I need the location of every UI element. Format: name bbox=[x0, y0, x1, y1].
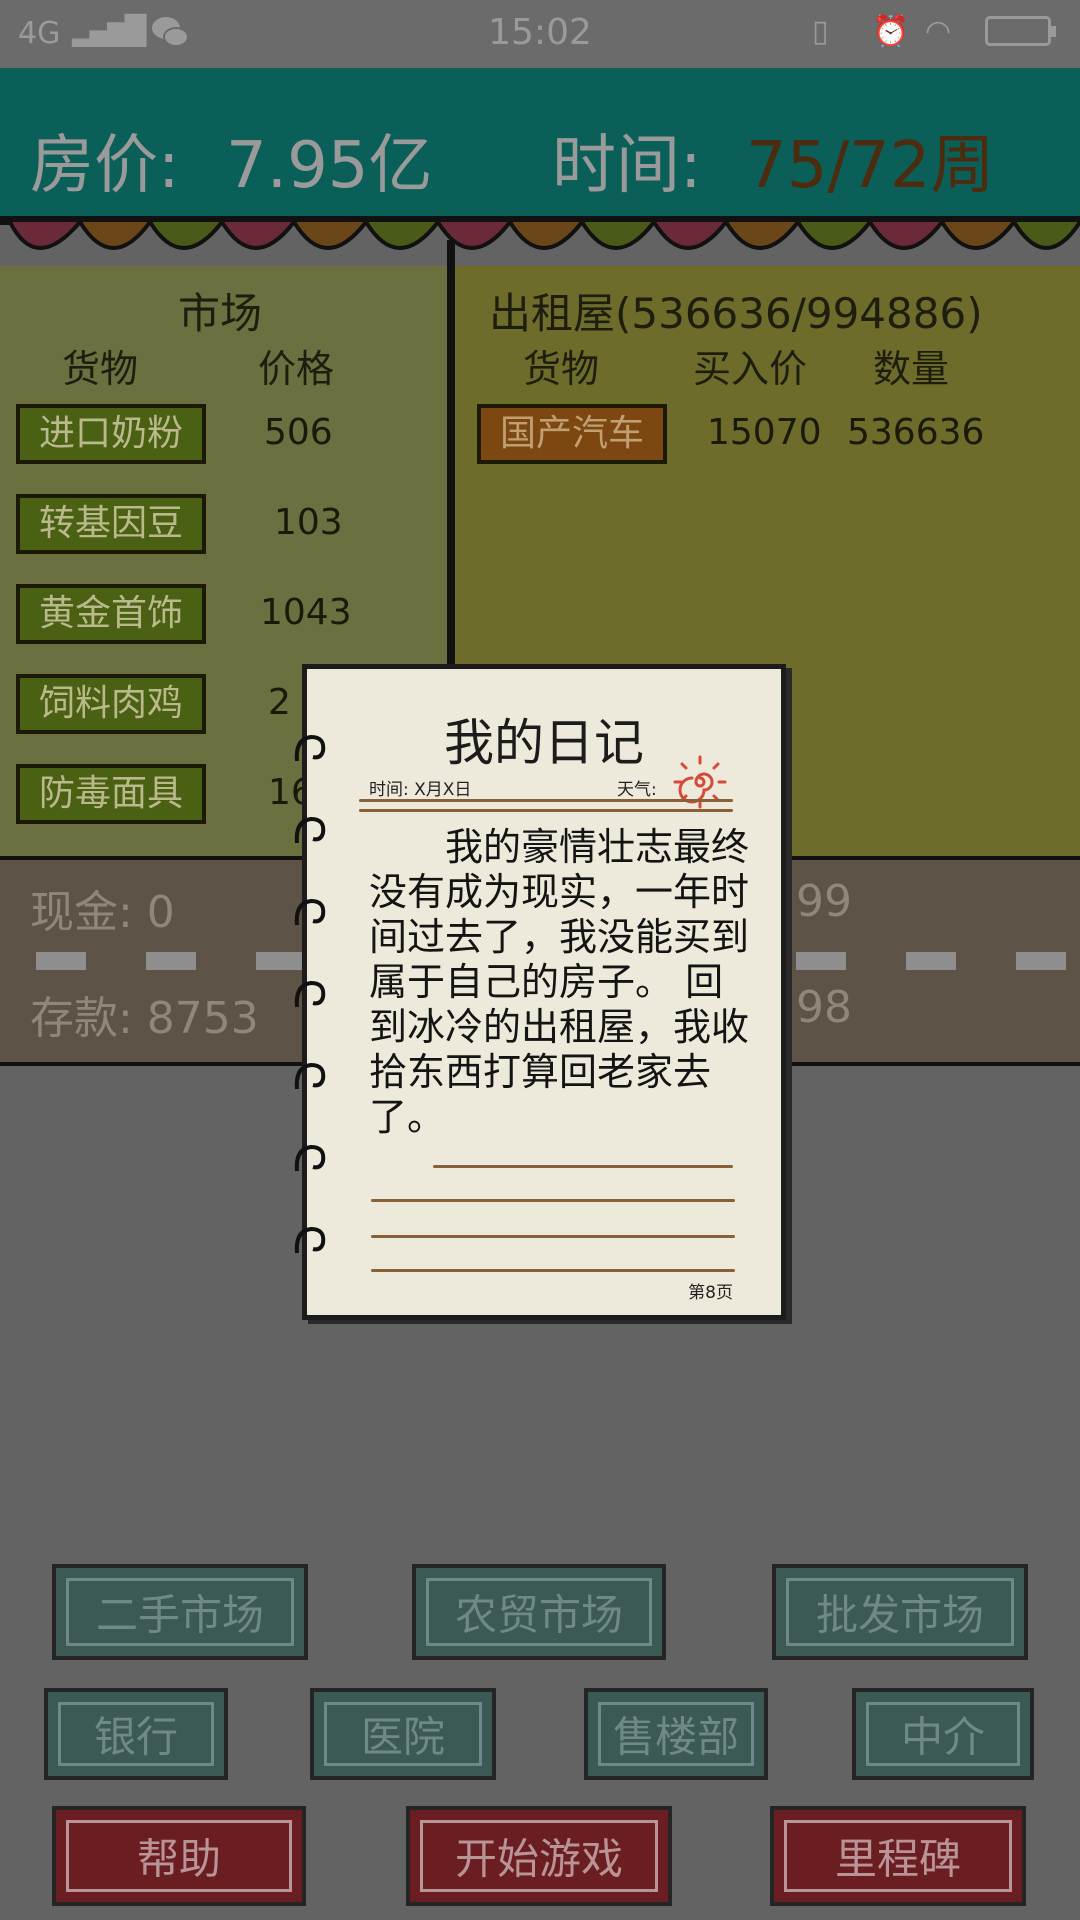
agency-button[interactable]: 中介 bbox=[852, 1688, 1034, 1780]
savings-text: 存款: 8753 bbox=[30, 993, 259, 1044]
market-item-price: 506 bbox=[264, 412, 333, 453]
button-label: 帮助 bbox=[136, 1834, 221, 1884]
market-col-price: 价格 bbox=[258, 347, 335, 391]
diary-rule bbox=[433, 1165, 733, 1168]
market-item-price: 103 bbox=[274, 502, 343, 543]
diary-weather-label: 天气: bbox=[617, 780, 657, 800]
market-item-price: 2 bbox=[268, 682, 291, 723]
diary-dialog[interactable]: 我的日记 时间: X月X日 天气: 我的豪情壮志最终没有成为现实，一年时间过去了… bbox=[294, 664, 786, 1320]
road-dash bbox=[256, 952, 306, 970]
milestone-button[interactable]: 里程碑 bbox=[770, 1806, 1026, 1906]
sales-office-button[interactable]: 售楼部 bbox=[584, 1688, 768, 1780]
diary-rule bbox=[371, 1269, 735, 1272]
diary-date: 时间: X月X日 bbox=[369, 780, 472, 800]
vibrate-icon: ▯ bbox=[812, 14, 829, 49]
start-game-button[interactable]: 开始游戏 bbox=[406, 1806, 672, 1906]
diary-rule bbox=[371, 1235, 735, 1238]
button-label: 二手市场 bbox=[95, 1590, 264, 1640]
time-label: 时间: bbox=[552, 129, 702, 203]
road-dash bbox=[1016, 952, 1066, 970]
rental-item-buy-price: 15070 bbox=[707, 412, 822, 453]
diary-text: 我的豪情壮志最终没有成为现实，一年时间过去了，我没能买到属于自己的房子。 回到冰… bbox=[369, 825, 750, 1139]
status-time: 15:02 bbox=[488, 12, 592, 53]
market-title: 市场 bbox=[178, 289, 263, 338]
spiral-ring-icon bbox=[294, 734, 326, 762]
market-item-button[interactable]: 饲料肉鸡 bbox=[16, 674, 206, 734]
status-bar: 4G ▂▄▆█ 15:02 ▯ ⏰ ◠ bbox=[0, 0, 1080, 68]
button-label: 开始游戏 bbox=[454, 1834, 623, 1884]
diary-rule bbox=[359, 799, 733, 802]
hospital-button[interactable]: 医院 bbox=[310, 1688, 496, 1780]
diary-rule bbox=[371, 1199, 735, 1202]
rental-col-goods: 货物 bbox=[523, 347, 600, 391]
rental-col-quantity: 数量 bbox=[873, 347, 950, 391]
spiral-ring-icon bbox=[294, 980, 326, 1008]
button-label: 售楼部 bbox=[612, 1712, 739, 1762]
wifi-icon: ◠ bbox=[925, 14, 952, 49]
road-dash bbox=[796, 952, 846, 970]
alarm-icon: ⏰ bbox=[872, 14, 910, 49]
market-item-button[interactable]: 进口奶粉 bbox=[16, 404, 206, 464]
market-item-button[interactable]: 黄金首饰 bbox=[16, 584, 206, 644]
battery-icon bbox=[985, 16, 1056, 46]
button-label: 银行 bbox=[93, 1712, 178, 1762]
diary-rule bbox=[359, 809, 733, 812]
money-right-top: 99 bbox=[796, 876, 852, 927]
house-price-label: 房价: bbox=[30, 129, 180, 203]
money-right-bottom: 98 bbox=[796, 982, 852, 1033]
wholesale-market-button[interactable]: 批发市场 bbox=[772, 1564, 1028, 1660]
road-dash bbox=[146, 952, 196, 970]
header-bar: 房价: 7.95亿 时间: 75/72周 bbox=[0, 68, 1080, 220]
bank-button[interactable]: 银行 bbox=[44, 1688, 228, 1780]
rental-item-button[interactable]: 国产汽车 bbox=[477, 404, 667, 464]
road-dash bbox=[36, 952, 86, 970]
second-hand-market-button[interactable]: 二手市场 bbox=[52, 1564, 308, 1660]
house-price-value: 7.95亿 bbox=[226, 129, 433, 203]
button-label: 批发市场 bbox=[815, 1590, 984, 1640]
time-value: 75/72周 bbox=[746, 129, 995, 203]
cash-text: 现金: 0 bbox=[30, 887, 175, 938]
market-item-price: 1043 bbox=[260, 592, 352, 633]
button-label: 农贸市场 bbox=[454, 1590, 623, 1640]
spiral-ring-icon bbox=[294, 1226, 326, 1254]
rental-item-quantity: 536636 bbox=[847, 412, 985, 453]
market-item-button[interactable]: 转基因豆 bbox=[16, 494, 206, 554]
button-label: 中介 bbox=[900, 1712, 985, 1762]
spiral-ring-icon bbox=[294, 898, 326, 926]
market-col-goods: 货物 bbox=[62, 347, 139, 391]
market-item-button[interactable]: 防毒面具 bbox=[16, 764, 206, 824]
road-dash bbox=[906, 952, 956, 970]
awning-decoration bbox=[0, 218, 1080, 250]
spiral-ring-icon bbox=[294, 816, 326, 844]
rental-col-buy-price: 买入价 bbox=[693, 347, 808, 391]
spiral-ring-icon bbox=[294, 1144, 326, 1172]
button-label: 医院 bbox=[360, 1712, 445, 1762]
rental-title: 出租屋(536636/994886) bbox=[489, 289, 983, 338]
button-label: 里程碑 bbox=[834, 1834, 961, 1884]
help-button[interactable]: 帮助 bbox=[52, 1806, 306, 1906]
farmers-market-button[interactable]: 农贸市场 bbox=[412, 1564, 666, 1660]
spiral-ring-icon bbox=[294, 1062, 326, 1090]
diary-page-number: 第8页 bbox=[688, 1283, 733, 1303]
